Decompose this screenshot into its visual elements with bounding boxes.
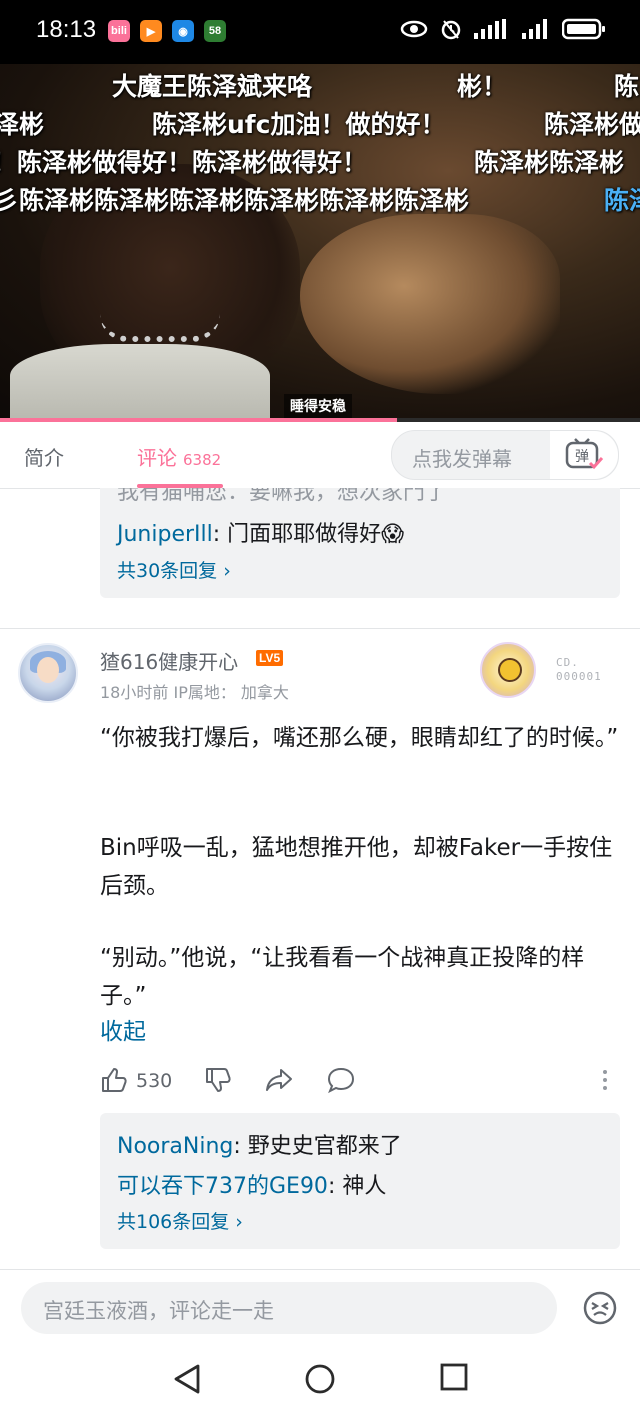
share-icon[interactable] <box>264 1066 294 1094</box>
comment-input-placeholder: 宫廷玉液酒，评论走一走 <box>43 1299 274 1323</box>
emoji-icon[interactable] <box>582 1290 618 1326</box>
reply-line[interactable]: 可以吞下737的GE90: 神人 <box>117 1168 386 1200</box>
reply-line[interactable]: JuniperIll: 门面耶耶做得好😱 <box>117 516 404 548</box>
avatar[interactable] <box>18 643 78 703</box>
danmaku-comment: 陈泽彬ufc加油！做的好！ <box>152 110 446 139</box>
reply-text: : 门面耶耶做得好😱 <box>212 522 405 547</box>
video-frame-arm <box>300 214 560 394</box>
danmaku-icon-label: 弹 <box>575 449 589 465</box>
reply-username[interactable]: JuniperIll <box>117 522 213 547</box>
comment-replies: NooraNing: 野史史官都来了 可以吞下737的GE90: 神人 共106… <box>100 1113 620 1249</box>
back-icon[interactable] <box>172 1363 202 1395</box>
comment-paragraph: “你被我打爆后，嘴还那么硬，眼睛却红了的时候。” <box>100 725 619 751</box>
tab-intro[interactable]: 简介 <box>24 442 64 471</box>
comment-paragraph: Bin呼吸一乱，猛地想推开他，却被Faker一手按住后颈。 <box>100 835 613 899</box>
prev-comment-replies: 我有猫哺您：要嘛我，想次家門了 JuniperIll: 门面耶耶做得好😱 共30… <box>100 488 620 598</box>
fan-badge-label: CD. <box>556 656 579 669</box>
alarm-icon <box>441 20 461 40</box>
notification-app-icons: bili ▶ ◉ 58 <box>108 20 226 42</box>
collapse-button[interactable]: 收起 <box>100 1012 146 1046</box>
dislike-icon[interactable] <box>204 1066 232 1094</box>
comment-count: 6382 <box>183 451 222 469</box>
danmaku-comment: 彡陈泽彬陈泽彬陈泽彬陈泽彬陈泽彬陈泽彬 <box>0 186 470 215</box>
more-options-icon[interactable] <box>603 1070 609 1094</box>
send-danmaku-button[interactable]: 点我发弹幕 弹 <box>391 430 619 480</box>
tab-comments-label: 评论 <box>137 446 177 470</box>
status-bar: 18:13 bili ▶ ◉ 58 <box>0 0 640 64</box>
reply-line-partial: 我有猫哺您：要嘛我，想次家門了 <box>117 488 448 505</box>
system-navigation-bar <box>0 1345 640 1414</box>
signal-icon <box>474 19 506 39</box>
fan-badge[interactable] <box>480 642 536 698</box>
danmaku-comment: 泽彬 <box>0 110 45 139</box>
comment-input[interactable]: 宫廷玉液酒，评论走一走 <box>21 1282 557 1334</box>
level-badge: LV5 <box>256 650 284 666</box>
eye-icon <box>400 20 428 38</box>
video-player[interactable]: 大魔王陈泽斌来咯 彬！ 陈 泽彬 陈泽彬ufc加油！做的好！ 陈泽彬做 ！陈泽彬… <box>0 64 640 420</box>
status-time: 18:13 <box>36 16 97 43</box>
reply-text: : 神人 <box>327 1174 387 1199</box>
home-icon[interactable] <box>304 1363 336 1395</box>
fan-badge-number: 000001 <box>556 670 602 683</box>
view-more-replies-link[interactable]: 共30条回复 › <box>117 556 231 583</box>
comment-paragraph: “别动。”他说，“让我看看一个战神真正投降的样子。” <box>100 945 585 1009</box>
reply-username[interactable]: 可以吞下737的GE90 <box>117 1174 328 1199</box>
battery-icon <box>562 18 605 40</box>
bilibili-app-icon: bili <box>108 20 130 42</box>
weibo-app-icon: ◉ <box>172 20 194 42</box>
ip-location: IP属地： 加拿大 <box>173 683 289 702</box>
danmaku-comment: 彬！ <box>457 72 508 101</box>
reply-text: : 野史史官都来了 <box>233 1134 402 1159</box>
comment-username[interactable]: 猹616健康开心 <box>100 646 238 675</box>
recents-icon[interactable] <box>440 1363 468 1391</box>
danmaku-toggle-icon[interactable]: 弹 <box>550 431 618 479</box>
signal-icon-2 <box>522 19 547 39</box>
like-icon[interactable] <box>100 1066 128 1094</box>
video-frame-shirt <box>10 344 270 420</box>
view-more-replies-link[interactable]: 共106条回复 › <box>117 1207 243 1234</box>
danmaku-comment: 陈泽 <box>604 186 640 215</box>
comment-input-bar: 宫廷玉液酒，评论走一走 <box>0 1269 640 1346</box>
danmaku-comment: 陈 <box>614 72 640 101</box>
reply-username[interactable]: NooraNing <box>117 1134 233 1159</box>
danmaku-input-placeholder: 点我发弹幕 <box>412 447 512 471</box>
video-frame-necklace <box>100 314 220 342</box>
reply-icon[interactable] <box>326 1066 356 1094</box>
tab-bar: 简介 评论 6382 点我发弹幕 弹 <box>0 422 640 489</box>
reply-line[interactable]: NooraNing: 野史史官都来了 <box>117 1128 402 1160</box>
danmaku-comment: ！陈泽彬做得好！陈泽彬做得好！ <box>0 148 368 177</box>
tab-comments[interactable]: 评论 6382 <box>137 442 221 471</box>
danmaku-comment: 陈泽彬陈泽彬 <box>474 148 625 177</box>
comment-meta: 18小时前 IP属地： 加拿大 <box>100 679 289 703</box>
comment-divider <box>0 628 640 629</box>
video-subtitle: 睡得安稳 <box>284 394 352 418</box>
danmaku-comment: 大魔王陈泽斌来咯 <box>112 72 313 101</box>
bee-icon <box>498 658 522 682</box>
like-count: 530 <box>136 1070 173 1092</box>
video-app-icon: ▶ <box>140 20 162 42</box>
system-icons <box>400 18 606 40</box>
danmaku-comment: 陈泽彬做 <box>544 110 640 139</box>
58-app-icon: 58 <box>204 20 226 42</box>
comment-time: 18小时前 <box>100 683 169 702</box>
